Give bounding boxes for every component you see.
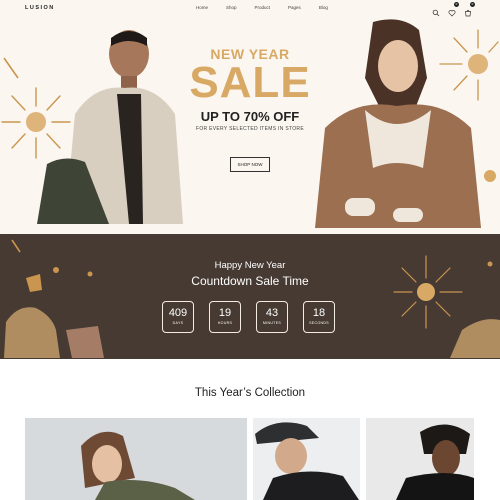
brand-logo[interactable]: LUSION (25, 5, 55, 11)
countdown-hours-label: HOURS (217, 321, 233, 325)
countdown-minutes-value: 43 (265, 307, 279, 319)
collection-title: This Year’s Collection (194, 387, 306, 399)
countdown-seconds-value: 18 (312, 307, 326, 319)
nav-item-shop[interactable]: Shop (226, 5, 237, 10)
nav-item-product[interactable]: Product (255, 5, 271, 10)
countdown-minutes-label: MINUTES (262, 321, 282, 325)
nav-actions: 0 0 (432, 2, 475, 17)
countdown-hours-value: 19 (218, 307, 232, 319)
collection-card-1[interactable] (25, 418, 247, 500)
search-icon[interactable] (432, 4, 440, 17)
firework-gold-decoration (393, 255, 500, 358)
hero-banner: NEW YEAR SALE UP TO 70% OFF FOR EVERY SE… (0, 18, 500, 234)
collection-card-3[interactable] (366, 418, 474, 500)
cart-icon[interactable]: 0 (464, 2, 475, 17)
countdown-minutes: 43 MINUTES (256, 301, 288, 333)
collection-image-3 (366, 418, 474, 500)
cart-count-badge: 0 (470, 2, 475, 7)
countdown-days-label: DAYS (172, 321, 184, 325)
shop-now-button[interactable]: SHOP NOW (230, 157, 270, 172)
nav-item-home[interactable]: Home (196, 5, 208, 10)
countdown-seconds-label: SECONDS (309, 321, 329, 325)
nav-item-blog[interactable]: Blog (319, 5, 328, 10)
countdown-timer: 409 DAYS 19 HOURS 43 MINUTES 18 SECONDS (162, 301, 335, 333)
collection-card-2[interactable] (253, 418, 360, 500)
countdown-days: 409 DAYS (162, 301, 194, 333)
countdown-section: Happy New Year Countdown Sale Time 409 D… (0, 234, 500, 359)
nav-item-pages[interactable]: Pages (288, 5, 301, 10)
top-navigation: LUSION Home Shop Product Pages Blog 0 0 (0, 0, 500, 18)
countdown-seconds: 18 SECONDS (303, 301, 335, 333)
heart-icon[interactable]: 0 (448, 2, 459, 17)
collection-image-2 (253, 418, 360, 500)
male-model-image (37, 30, 183, 224)
collection-image-1 (25, 418, 247, 500)
main-menu: Home Shop Product Pages Blog (196, 5, 346, 10)
champagne-decoration (4, 239, 104, 358)
firework-decoration-right (439, 29, 499, 182)
countdown-hours: 19 HOURS (209, 301, 241, 333)
wishlist-count-badge: 0 (454, 2, 459, 7)
countdown-days-value: 409 (168, 307, 188, 319)
